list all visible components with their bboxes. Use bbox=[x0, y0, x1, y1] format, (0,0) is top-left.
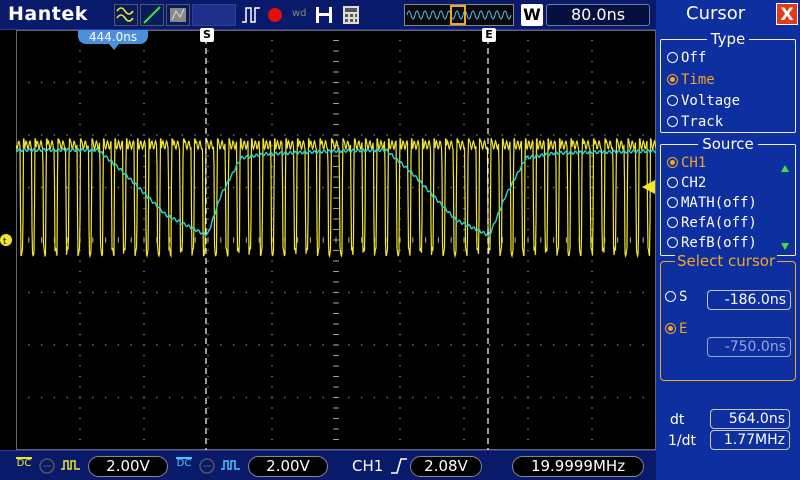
ch2-coupling-icon[interactable]: DC bbox=[176, 457, 192, 469]
cursor-s-value[interactable]: -186.0ns bbox=[707, 290, 791, 310]
memory-depth-indicator[interactable] bbox=[404, 4, 514, 26]
type-legend: Type bbox=[706, 30, 750, 48]
window-zoom-badge[interactable]: W bbox=[521, 4, 543, 26]
svg-text:t: t bbox=[3, 237, 7, 247]
record-icon[interactable] bbox=[266, 7, 284, 27]
trigger-position-tag[interactable]: 444.0ns bbox=[78, 30, 148, 44]
source-option-refb[interactable]: RefB(off) bbox=[667, 234, 757, 252]
type-option-track[interactable]: Track bbox=[667, 113, 723, 131]
trigger-level-marker[interactable] bbox=[642, 180, 655, 194]
calculator-icon[interactable] bbox=[342, 5, 360, 27]
trigger-source-label[interactable]: CH1 bbox=[352, 456, 383, 476]
vector-mode-icon[interactable] bbox=[140, 4, 164, 26]
source-option-math[interactable]: MATH(off) bbox=[667, 194, 757, 212]
brand-logo: Hantek bbox=[8, 3, 88, 25]
cursor-s-label[interactable]: S bbox=[200, 28, 214, 42]
ch1-coupling-icon[interactable]: DC bbox=[16, 457, 32, 469]
inv-dt-value: 1.77MHz bbox=[710, 430, 790, 450]
close-button[interactable]: X bbox=[776, 3, 798, 25]
select-cursor-s-option[interactable]: S bbox=[665, 288, 687, 306]
scope-grid bbox=[16, 30, 656, 450]
source-group: Source CH1 CH2 MATH(off) RefA(off) RefB(… bbox=[660, 135, 796, 256]
source-legend: Source bbox=[698, 135, 758, 153]
usb-icon: wd bbox=[292, 8, 307, 19]
oscilloscope-app: Hantek wd W 80.0ns 444.0ns S E t Cursor … bbox=[0, 0, 800, 480]
inv-dt-label: 1/dt bbox=[668, 433, 696, 449]
scroll-up-icon[interactable] bbox=[781, 165, 789, 172]
ch2-probe-icon[interactable] bbox=[220, 457, 242, 475]
display-blank-slot bbox=[192, 4, 236, 26]
type-group: Type Off Time Voltage Track bbox=[660, 30, 796, 133]
waveform-mode-icon[interactable] bbox=[114, 4, 138, 26]
dt-label: dt bbox=[670, 412, 685, 428]
ch2-volts-div[interactable]: 2.00V bbox=[248, 456, 328, 477]
type-option-voltage[interactable]: Voltage bbox=[667, 92, 740, 110]
ch1-probe-icon[interactable] bbox=[60, 457, 82, 475]
ch1-bandwidth-icon[interactable] bbox=[38, 457, 56, 477]
pulse-trigger-icon[interactable] bbox=[241, 6, 263, 26]
top-toolbar: Hantek wd W 80.0ns bbox=[0, 0, 656, 30]
persist-mode-icon[interactable] bbox=[166, 4, 190, 26]
type-option-time[interactable]: Time bbox=[667, 71, 715, 89]
select-cursor-legend: Select cursor bbox=[675, 252, 778, 270]
cursor-e-label[interactable]: E bbox=[482, 28, 496, 42]
cursor-e-value[interactable]: -750.0ns bbox=[707, 337, 791, 357]
source-option-ch1[interactable]: CH1 bbox=[667, 154, 706, 172]
cursor-menu-panel: Cursor X Type Off Time Voltage Track Sou… bbox=[656, 0, 800, 480]
save-disk-icon[interactable] bbox=[314, 5, 334, 27]
type-option-off[interactable]: Off bbox=[667, 49, 706, 67]
trigger-position-arrow-icon bbox=[109, 44, 119, 50]
select-cursor-group: Select cursor S -186.0ns E -750.0ns bbox=[660, 252, 796, 381]
rising-edge-icon[interactable] bbox=[390, 457, 408, 477]
timebase-readout[interactable]: 80.0ns bbox=[546, 4, 650, 26]
trigger-level-readout[interactable]: 2.08V bbox=[410, 456, 482, 477]
source-option-ch2[interactable]: CH2 bbox=[667, 174, 706, 192]
frequency-readout: 19.9999MHz bbox=[512, 456, 644, 477]
ch1-ground-marker[interactable]: t bbox=[0, 232, 14, 247]
ch1-volts-div[interactable]: 2.00V bbox=[88, 456, 168, 477]
scroll-down-icon[interactable] bbox=[781, 243, 789, 250]
source-option-refa[interactable]: RefA(off) bbox=[667, 214, 757, 232]
dt-value: 564.0ns bbox=[710, 409, 790, 429]
waveform-display[interactable] bbox=[16, 30, 656, 450]
select-cursor-e-option[interactable]: E bbox=[665, 320, 687, 338]
bottom-status-bar: DC 2.00V DC 2.00V CH1 2.08V 19.9999MHz bbox=[0, 450, 656, 480]
ch2-bandwidth-icon[interactable] bbox=[198, 457, 216, 477]
